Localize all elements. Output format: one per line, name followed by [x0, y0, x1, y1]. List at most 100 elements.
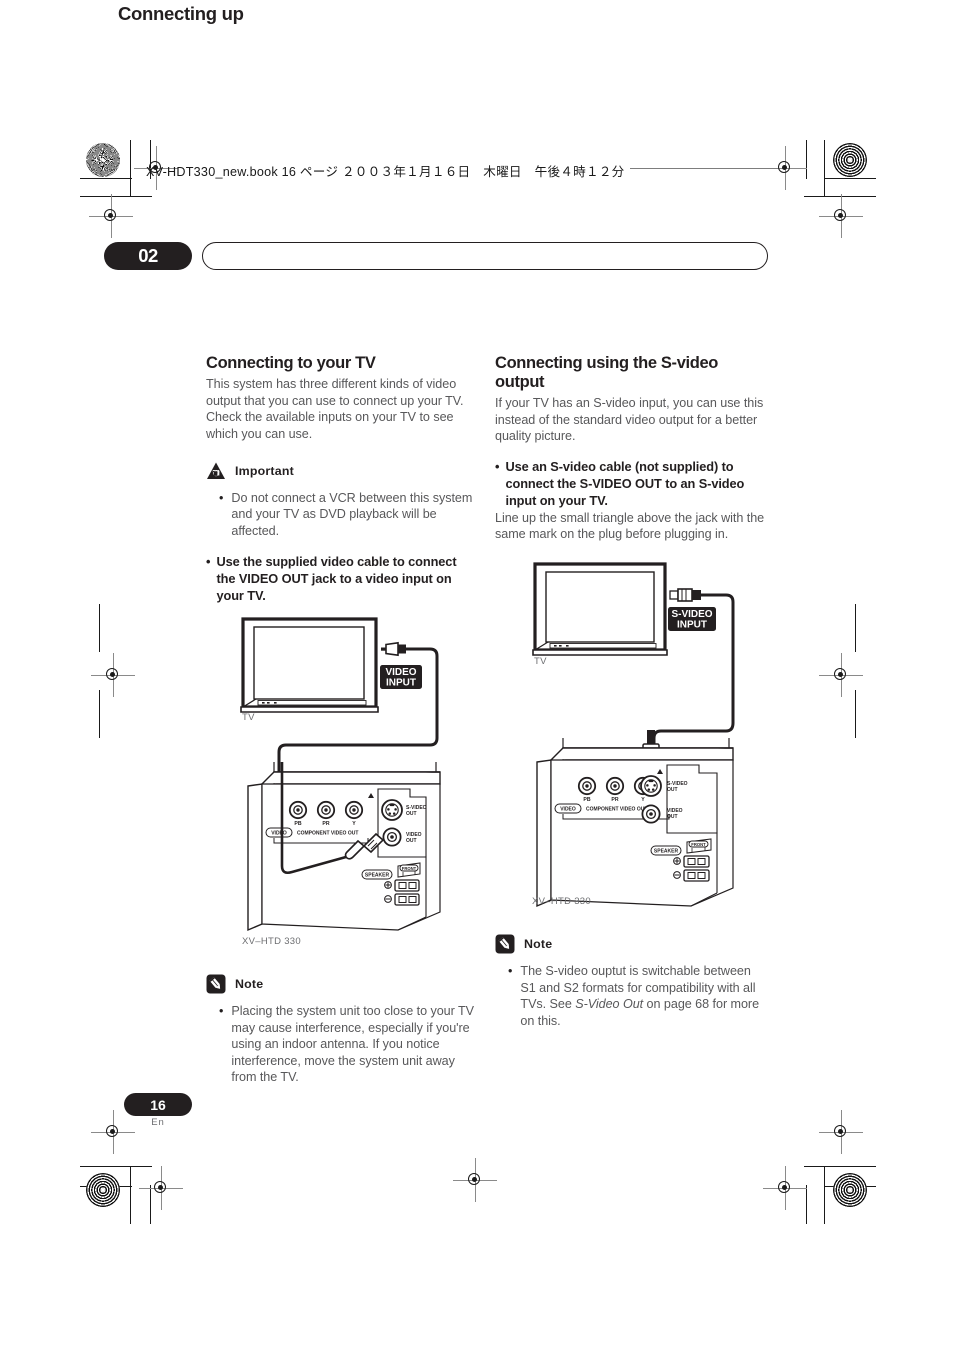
left-note-bullet-text: Placing the system unit too close to you…	[231, 1004, 474, 1085]
file-header-text: XV-HDT330_new.book 16 ページ ２００３年１月１６日 木曜日…	[146, 165, 625, 179]
right-diagram-rear-panel: PB PR Y VIDEO COMPONENT VIDEO OUT S-VIDE…	[536, 730, 734, 908]
important-triangle-icon	[207, 462, 225, 479]
important-label: Important	[235, 463, 294, 478]
registration-target-mid-right	[819, 653, 863, 697]
left-note-head: Note	[206, 974, 478, 994]
s-video-plug-graphic	[669, 588, 701, 602]
registration-starburst-top-left	[86, 143, 120, 177]
left-note-block: Note • Placing the system unit too close…	[206, 974, 478, 1086]
left-column: Connecting to your TV This system has th…	[206, 354, 478, 605]
s-video-input-badge-line1: S-VIDEO	[671, 609, 712, 620]
speaker-badge-right: SPEAKER	[654, 849, 679, 855]
video-out-jack	[382, 827, 402, 847]
registration-target-bottom-center	[453, 1158, 497, 1202]
crop-mark-bottom-right-v2	[806, 1185, 808, 1224]
right-note-italic-reference: S-Video Out	[575, 997, 644, 1012]
video-out-label-right-line2: OUT	[667, 814, 678, 820]
jack-label-pb-right: PB	[583, 797, 590, 803]
right-instruction-bullet: • Use an S-video cable (not supplied) to…	[495, 459, 767, 510]
right-note-bullet: • The S-video ouptut is switchable betwe…	[495, 963, 767, 1029]
component-video-out-label-right: COMPONENT VIDEO OUT	[586, 807, 647, 813]
crop-mark-mid-right-v	[855, 604, 857, 652]
right-instruction-text: Use an S-video cable (not supplied) to c…	[505, 459, 745, 508]
video-out-label-line2: OUT	[406, 838, 417, 844]
left-note-label: Note	[235, 977, 264, 991]
crop-mark-top-right-h	[824, 178, 876, 180]
right-note-head: Note	[495, 934, 767, 954]
jack-label-pr-right: PR	[611, 797, 618, 803]
registration-target-bottom-left	[139, 1166, 183, 1210]
right-diagram-tv: S-VIDEO INPUT	[532, 562, 735, 680]
left-instruction-text: Use the supplied video cable to connect …	[216, 554, 457, 604]
left-instruction-bullet-char: •	[206, 554, 211, 570]
s-video-out-label-right-line2: OUT	[667, 787, 678, 793]
right-column: Connecting using the S-video output If y…	[495, 354, 767, 543]
note-pencil-icon	[495, 934, 515, 954]
component-jacks	[288, 800, 364, 820]
rca-plug-graphic	[381, 641, 406, 657]
s-video-out-jack-right	[640, 775, 662, 797]
chapter-bar: 02	[104, 242, 768, 270]
important-bullet-text: Do not connect a VCR between this system…	[231, 490, 473, 538]
right-section-heading: Connecting using the S-video output	[495, 354, 719, 392]
important-bullet-char: •	[219, 490, 224, 505]
left-intro-paragraph: This system has three different kinds of…	[206, 377, 464, 441]
left-diagram-tv-label: TV	[242, 712, 255, 723]
s-video-out-label-line2: OUT	[406, 811, 417, 817]
left-diagram-unit-label: XV–HTD 330	[242, 936, 301, 947]
speaker-badge: SPEAKER	[365, 873, 390, 879]
right-instruction-body: Line up the small triangle above the jac…	[495, 510, 765, 542]
jack-label-y: Y	[352, 821, 356, 827]
crop-mark-bottom-left-v	[130, 1167, 132, 1224]
registration-target-mid-left	[91, 653, 135, 697]
crop-mark-bottom-right-h	[804, 1166, 876, 1168]
left-diagram-tv: VIDEO INPUT	[240, 617, 439, 735]
right-note-bullet-char: •	[508, 964, 513, 978]
registration-target-lower-left-side	[91, 1110, 135, 1154]
registration-starburst-bottom-right	[833, 1173, 867, 1207]
left-note-bullet-char: •	[219, 1004, 224, 1018]
jack-label-pb: PB	[294, 821, 301, 827]
crop-mark-bottom-right-v	[824, 1167, 826, 1224]
registration-target-lower-right-side	[819, 1110, 863, 1154]
note-pencil-icon	[206, 974, 226, 994]
front-terminal-label: FRONT	[402, 866, 417, 871]
crop-mark-top-left-h	[80, 178, 132, 180]
registration-target-bottom-right	[763, 1166, 807, 1210]
page-language-label: En	[151, 1117, 165, 1128]
crop-mark-mid-left-v2	[99, 690, 101, 738]
front-terminal-label-right: FRONT	[691, 842, 706, 847]
right-note-label: Note	[524, 937, 553, 951]
component-video-out-label: COMPONENT VIDEO OUT	[297, 831, 358, 837]
crop-mark-top-right-v	[824, 140, 826, 197]
jack-label-pr: PR	[322, 821, 329, 827]
right-diagram-unit-label: XV–HTD 330	[532, 896, 591, 907]
crop-mark-mid-right-v2	[855, 690, 857, 738]
crop-mark-top-left-h2	[80, 196, 152, 198]
header-rule-right	[630, 168, 778, 169]
right-note-block: Note • The S-video ouptut is switchable …	[495, 934, 767, 1029]
important-callout-head: Important	[206, 461, 478, 481]
registration-target-upper-left-side	[89, 194, 133, 238]
left-instruction-bullet: • Use the supplied video cable to connec…	[206, 554, 478, 605]
left-note-bullet: • Placing the system unit too close to y…	[206, 1003, 478, 1086]
jack-label-y-right: Y	[641, 797, 645, 803]
chapter-number-badge: 02	[104, 242, 192, 270]
left-section-heading: Connecting to your TV	[206, 354, 376, 372]
left-diagram-rear-panel: PB PR Y VIDEO COMPONENT VIDEO OUT S-VIDE…	[247, 762, 441, 932]
s-video-input-badge-line2: INPUT	[677, 620, 707, 631]
right-intro-paragraph: If your TV has an S-video input, you can…	[495, 396, 764, 444]
right-diagram-tv-label: TV	[534, 656, 547, 667]
crop-mark-top-left-v	[130, 140, 132, 197]
crop-mark-mid-left-v	[99, 604, 101, 652]
s-video-out-jack	[381, 799, 403, 821]
video-input-badge-line2: INPUT	[386, 678, 416, 689]
video-input-badge-line1: VIDEO	[385, 667, 416, 678]
registration-target-upper-right-side	[819, 194, 863, 238]
right-note-bullet-text: The S-video ouptut is switchable between…	[520, 963, 767, 1029]
right-instruction-bullet-char: •	[495, 459, 500, 475]
chapter-title-pill	[202, 242, 768, 270]
page-number-badge: 16	[124, 1093, 192, 1116]
registration-starburst-top-right	[833, 143, 867, 177]
video-out-jack-right	[641, 804, 661, 824]
